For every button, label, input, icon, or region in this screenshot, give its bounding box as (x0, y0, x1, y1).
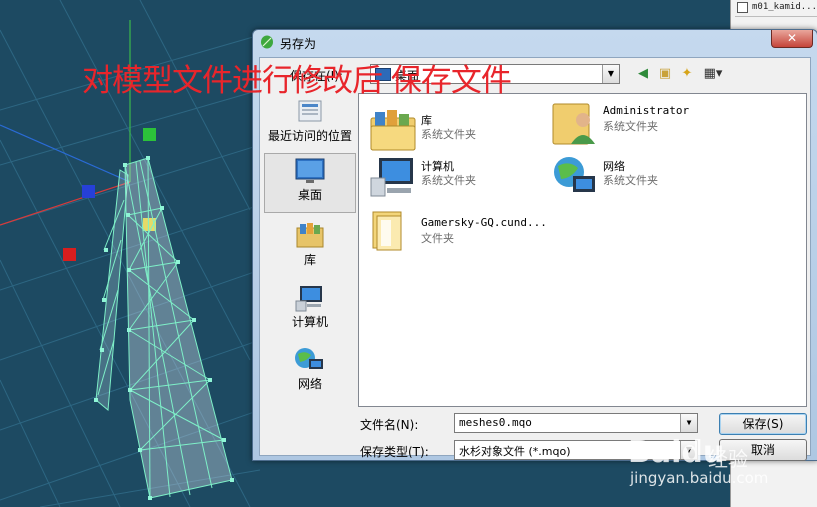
filetype-value: 水杉对象文件 (*.mqo) (459, 445, 571, 458)
filename-input[interactable]: meshes0.mqo ▼ (454, 413, 698, 433)
file-type: 系统文件夹 (421, 174, 476, 187)
place-recent[interactable]: 最近访问的位置 (264, 95, 356, 151)
x-axis-handle[interactable] (63, 248, 76, 261)
file-item-libraries[interactable]: 库 系统文件夹 (365, 108, 545, 156)
places-bar: 最近访问的位置 桌面 库 计算机 网络 (264, 93, 356, 417)
x-axis-line (0, 181, 131, 226)
object-name: m01_kamid... (752, 2, 817, 12)
file-item-administrator[interactable]: Administrator 系统文件夹 (547, 100, 727, 148)
file-item-computer[interactable]: 计算机 系统文件夹 (365, 154, 545, 202)
back-arrow-icon[interactable]: ◀ (634, 66, 652, 82)
close-button[interactable]: ✕ (771, 30, 813, 48)
file-item-network[interactable]: 网络 系统文件夹 (547, 154, 727, 202)
file-list[interactable]: 库 系统文件夹 Administrator 系统文件夹 计算机 系统文件夹 网络… (358, 93, 807, 407)
computer-icon (293, 283, 327, 313)
user-folder-icon (552, 103, 595, 145)
filename-label: 文件名(N): (360, 418, 419, 432)
up-folder-icon[interactable]: ▣ (656, 66, 674, 82)
mesh-left-strip (95, 169, 129, 411)
file-type: 系统文件夹 (603, 174, 658, 187)
new-folder-icon[interactable]: ✦ (678, 66, 696, 82)
mesh-main-cone (124, 157, 233, 499)
desktop-icon (293, 156, 327, 186)
watermark-url: jingyan.baidu.com (630, 469, 769, 487)
tutorial-caption: 对模型文件进行修改后 保存文件 (82, 63, 512, 99)
filename-value: meshes0.mqo (459, 416, 532, 429)
chevron-down-icon[interactable]: ▼ (680, 414, 697, 432)
place-computer[interactable]: 计算机 (264, 281, 356, 337)
baidu-watermark: Baidu 经验 jingyan.baidu.com (620, 435, 810, 495)
panel-divider (735, 16, 817, 17)
network-icon (554, 157, 595, 192)
object-row[interactable]: m01_kamid... (737, 0, 817, 14)
recent-places-icon (293, 97, 327, 127)
file-type: 文件夹 (421, 232, 454, 245)
dialog-titlebar[interactable]: 另存为 ✕ (253, 30, 817, 54)
computer-icon (370, 158, 413, 197)
place-libraries[interactable]: 库 (264, 219, 356, 275)
file-name: Gamersky-GQ.cund... (421, 216, 547, 229)
place-label: 网络 (297, 377, 322, 391)
visibility-checkbox[interactable] (737, 1, 748, 13)
place-network[interactable]: 网络 (264, 343, 356, 399)
file-type: 系统文件夹 (421, 128, 476, 141)
file-item-gamersky[interactable]: Gamersky-GQ.cund... 文件夹 (365, 206, 585, 254)
chevron-down-icon[interactable]: ▼ (602, 65, 619, 83)
place-label: 最近访问的位置 (267, 129, 352, 143)
dialog-title: 另存为 (280, 37, 317, 51)
libraries-icon (293, 221, 327, 251)
dialog-body: 保存在(I): 桌面 ▼ ◀ ▣ ✦ ▦▾ 最近访问的位置 桌面 库 计算机 网… (259, 57, 811, 461)
save-button[interactable]: 保存(S) (719, 413, 807, 435)
z-axis-handle[interactable] (82, 185, 95, 198)
watermark-subtitle: 经验 (708, 447, 748, 471)
place-label: 桌面 (297, 188, 322, 202)
y-axis-handle[interactable] (143, 128, 156, 141)
filetype-label: 保存类型(T): (360, 445, 429, 459)
place-label: 库 (303, 253, 316, 267)
place-label: 计算机 (291, 315, 328, 329)
libraries-folder-icon (370, 110, 416, 151)
place-desktop[interactable]: 桌面 (264, 153, 356, 213)
network-icon (293, 345, 327, 375)
file-type: 系统文件夹 (603, 120, 658, 133)
view-menu-icon[interactable]: ▦▾ (700, 66, 726, 82)
folder-icon (372, 211, 402, 251)
file-name: Administrator (603, 104, 690, 117)
app-leaf-icon (261, 35, 273, 49)
